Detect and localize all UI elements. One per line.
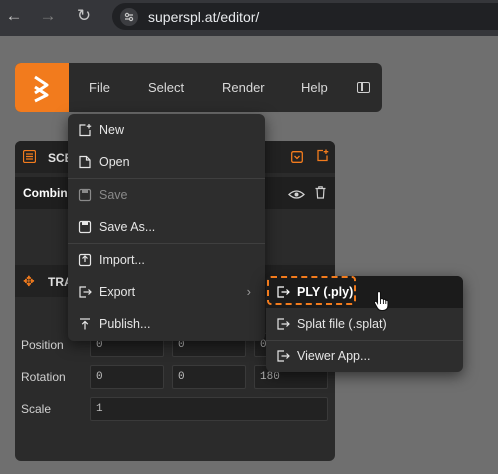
menu-item-label: Open: [99, 155, 130, 169]
new-scene-icon[interactable]: [316, 149, 329, 162]
menu-item-open[interactable]: Open: [68, 146, 265, 178]
export-icon: [276, 317, 290, 331]
menu-item-label: Export: [99, 285, 136, 299]
scale-label: Scale: [21, 402, 52, 416]
supersplat-logo[interactable]: [15, 63, 69, 112]
menu-item-label: Splat file (.splat): [297, 317, 387, 331]
rotation-label: Rotation: [21, 370, 66, 384]
menu-item-label: Publish...: [99, 317, 151, 331]
address-bar[interactable]: superspl.at/editor/: [112, 3, 498, 30]
browser-toolbar: ← → ↻ superspl.at/editor/: [0, 0, 498, 36]
visibility-eye-icon[interactable]: [288, 187, 305, 199]
url-text: superspl.at/editor/: [148, 9, 260, 25]
menu-select[interactable]: Select: [148, 80, 184, 95]
move-arrows-icon: ✥: [23, 273, 35, 289]
highlight-outline: [267, 276, 356, 305]
import-icon: [78, 253, 92, 267]
arrow-right-icon[interactable]: →: [38, 6, 58, 26]
menu-item-save-as[interactable]: Save As...: [68, 211, 265, 243]
panel-collapse-icon[interactable]: [357, 82, 370, 93]
menu-item-export-viewer[interactable]: Viewer App...: [266, 340, 463, 372]
publish-icon: [78, 317, 92, 331]
menu-item-new[interactable]: New: [68, 114, 265, 146]
open-file-icon: [78, 155, 92, 169]
menu-file[interactable]: File: [89, 80, 110, 95]
scale-input[interactable]: 1: [90, 397, 328, 421]
menu-item-export-splat[interactable]: Splat file (.splat): [266, 308, 463, 340]
position-label: Position: [21, 338, 64, 352]
menu-render[interactable]: Render: [222, 80, 265, 95]
splat-row-label: Combine: [23, 186, 75, 200]
rotation-x-input[interactable]: 0: [90, 365, 164, 389]
save-as-icon: [78, 220, 92, 234]
menu-item-label: New: [99, 123, 125, 137]
menu-item-label: Save As...: [99, 220, 156, 234]
tune-icon[interactable]: [120, 8, 138, 26]
new-file-icon: [78, 123, 92, 137]
menu-item-export[interactable]: Export ›: [68, 276, 265, 308]
file-menu-dropdown: New Open Save Save As... Import... Expor…: [68, 114, 265, 341]
menu-item-save[interactable]: Save: [68, 179, 265, 211]
export-icon: [78, 285, 92, 299]
rotation-y-input[interactable]: 0: [172, 365, 246, 389]
app-menubar: File Select Render Help: [15, 63, 382, 112]
menu-item-publish[interactable]: Publish...: [68, 308, 265, 340]
arrow-left-icon[interactable]: ←: [4, 6, 24, 26]
reload-icon[interactable]: ↻: [74, 6, 94, 26]
menu-item-label: Import...: [99, 253, 145, 267]
menu-item-label: Save: [99, 188, 128, 202]
menu-item-label: Viewer App...: [297, 349, 371, 363]
save-icon: [78, 188, 92, 202]
chevron-right-icon: ›: [246, 284, 251, 299]
delete-trash-icon[interactable]: [315, 186, 326, 199]
hand-cursor-icon: [373, 290, 391, 312]
menu-item-import[interactable]: Import...: [68, 244, 265, 276]
import-scene-icon[interactable]: [291, 150, 303, 163]
menu-help[interactable]: Help: [301, 80, 328, 95]
scene-icon: [22, 149, 37, 164]
export-icon: [276, 349, 290, 363]
